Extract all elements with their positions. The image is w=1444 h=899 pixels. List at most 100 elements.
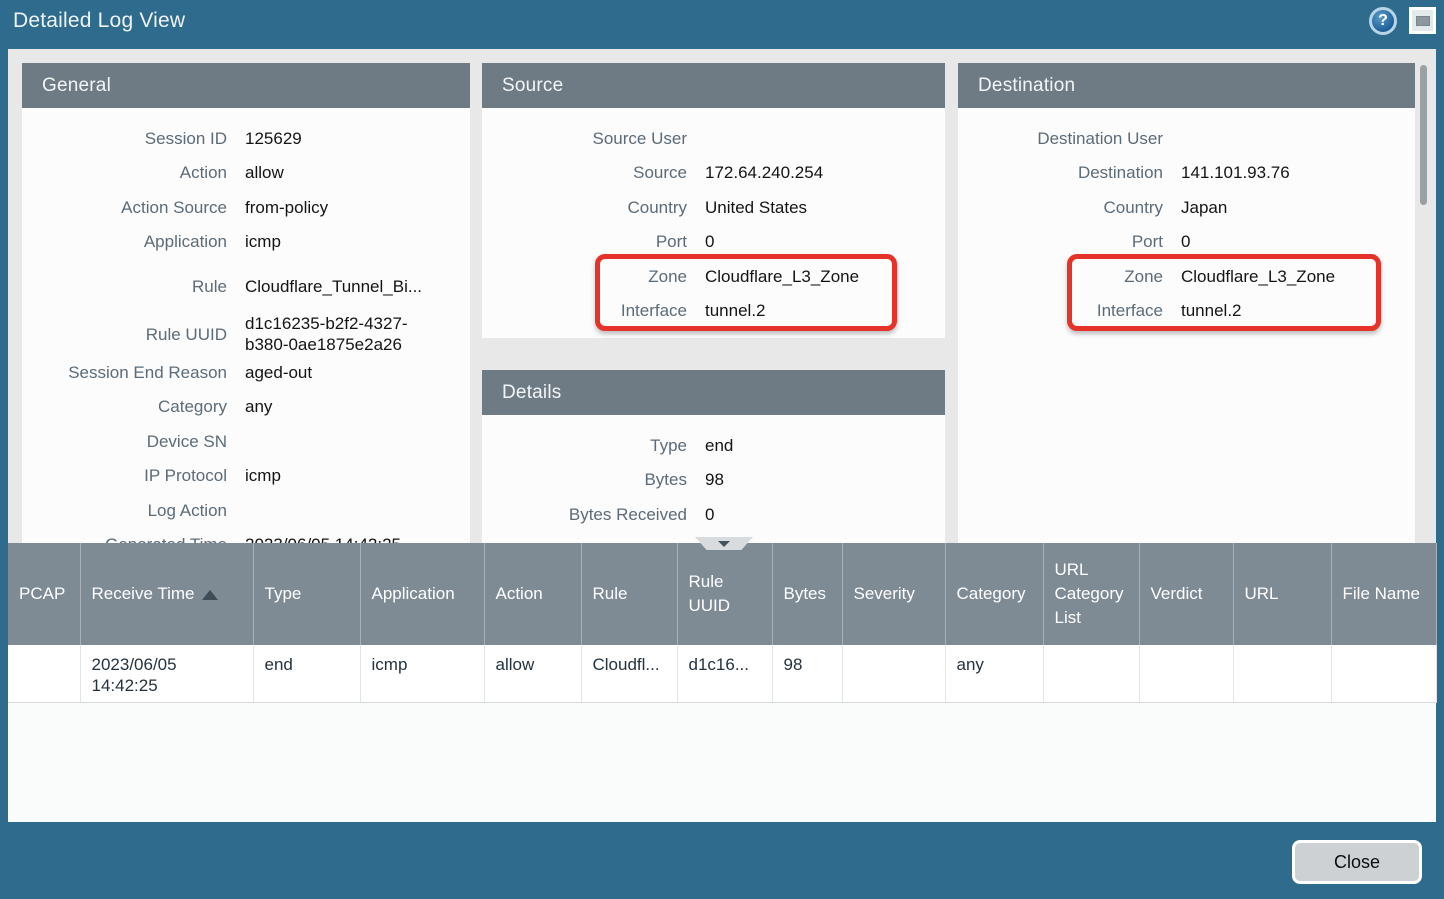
table-cell: d1c16...	[677, 645, 772, 703]
field-label: Session ID	[22, 128, 227, 149]
field-row: Type end	[482, 428, 945, 463]
column-header[interactable]: Application	[360, 543, 484, 645]
field-label: Interface	[482, 300, 687, 321]
field-row: Destination 141.101.93.76	[958, 156, 1415, 191]
table-header-row: PCAP Receive Time Type Application Actio…	[8, 543, 1436, 645]
column-header[interactable]: Bytes	[772, 543, 842, 645]
field-row: Country United States	[482, 190, 945, 225]
field-row: Interface tunnel.2	[958, 294, 1415, 329]
field-value: d1c16235-b2f2-4327-b380-0ae1875e2a26	[245, 313, 445, 355]
column-header-label: Bytes	[784, 584, 827, 603]
field-value: Cloudflare_L3_Zone	[1181, 266, 1335, 287]
field-label: Country	[482, 197, 687, 218]
field-row: Device SN	[22, 424, 470, 459]
column-header-label: Rule	[593, 584, 628, 603]
column-header[interactable]: Action	[484, 543, 581, 645]
field-value: tunnel.2	[1181, 300, 1242, 321]
field-row: IP Protocol icmp	[22, 459, 470, 494]
field-row: Action Source from-policy	[22, 190, 470, 225]
close-button[interactable]: Close	[1292, 840, 1422, 884]
panel-body-details: Type end Bytes 98 Bytes Received 0	[482, 415, 945, 532]
field-label: Source	[482, 162, 687, 183]
column-header[interactable]: Verdict	[1139, 543, 1233, 645]
field-label: Action	[22, 162, 227, 183]
column-header-label: URL	[1245, 582, 1279, 606]
panel-general: General Session ID 125629 Action allow A…	[22, 63, 470, 543]
field-label: Country	[958, 197, 1163, 218]
field-row: Application icmp	[22, 225, 470, 260]
column-header-label: Verdict	[1151, 584, 1203, 603]
panel-details: Details Type end Bytes 98 Bytes Received…	[482, 370, 945, 543]
field-label: Zone	[482, 266, 687, 287]
field-row: Zone Cloudflare_L3_Zone	[482, 259, 945, 294]
field-row: Action allow	[22, 156, 470, 191]
table-cell: icmp	[360, 645, 484, 703]
column-header[interactable]: Rule	[581, 543, 677, 645]
column-header[interactable]: File Name	[1331, 543, 1436, 645]
table-cell: allow	[484, 645, 581, 703]
help-icon[interactable]: ?	[1369, 7, 1397, 35]
panel-title-general: General	[22, 63, 470, 108]
field-value: 0	[705, 504, 714, 525]
field-row: Bytes 98	[482, 463, 945, 498]
window-icon[interactable]	[1409, 7, 1436, 34]
field-value: Cloudflare_Tunnel_Bi...	[245, 276, 445, 297]
panel-title-details: Details	[482, 370, 945, 415]
field-row: Category any	[22, 390, 470, 425]
table-cell	[8, 645, 80, 703]
column-header[interactable]: Type	[253, 543, 360, 645]
table-cell: end	[253, 645, 360, 703]
panel-body-general: Session ID 125629 Action allow Action So…	[22, 108, 470, 543]
field-label: Zone	[958, 266, 1163, 287]
field-row: Log Action	[22, 493, 470, 528]
page-title: Detailed Log View	[13, 9, 185, 33]
field-value: Cloudflare_L3_Zone	[705, 266, 859, 287]
column-header-label: Type	[265, 584, 302, 603]
field-label: Category	[22, 396, 227, 417]
column-header[interactable]: Category	[945, 543, 1043, 645]
field-label: Rule UUID	[22, 324, 227, 345]
column-header[interactable]: URL	[1233, 543, 1331, 645]
field-value: 125629	[245, 128, 445, 149]
field-row: Zone Cloudflare_L3_Zone	[958, 259, 1415, 294]
field-value: aged-out	[245, 362, 445, 383]
field-row: Bytes Received 0	[482, 497, 945, 532]
table-row[interactable]: 2023/06/05 14:42:25endicmpallowCloudfl..…	[8, 645, 1436, 703]
column-header-label: Receive Time	[92, 584, 195, 603]
panel-source: Source Source User Source 172.64.240.254…	[482, 63, 945, 338]
table-cell: 2023/06/05 14:42:25	[80, 645, 253, 703]
field-label: Bytes	[482, 469, 687, 490]
panels-area: General Session ID 125629 Action allow A…	[8, 49, 1436, 543]
field-label: Generated Time	[22, 534, 227, 543]
table-cell	[1043, 645, 1139, 703]
panel-destination: Destination Destination User Destination…	[958, 63, 1415, 543]
field-value: end	[705, 435, 733, 456]
field-row: Session End Reason aged-out	[22, 355, 470, 390]
field-value: 2023/06/05 14:42:25	[245, 534, 445, 543]
table-cell	[1331, 645, 1436, 703]
table-cell: any	[945, 645, 1043, 703]
field-label: Rule	[22, 276, 227, 297]
column-header[interactable]: Receive Time	[80, 543, 253, 645]
table-cell: Cloudfl...	[581, 645, 677, 703]
field-row: Source 172.64.240.254	[482, 156, 945, 191]
column-header[interactable]: URL Category List	[1043, 543, 1139, 645]
vertical-scrollbar-thumb[interactable]	[1420, 65, 1427, 205]
column-header-label: URL Category List	[1055, 560, 1124, 627]
field-label: Destination User	[958, 128, 1163, 149]
log-table: PCAP Receive Time Type Application Actio…	[8, 543, 1437, 703]
table-cell	[1233, 645, 1331, 703]
column-header[interactable]: PCAP	[8, 543, 80, 645]
field-row: Interface tunnel.2	[482, 294, 945, 329]
column-header-label: Category	[957, 584, 1026, 603]
field-row: Source User	[482, 121, 945, 156]
panel-title-destination: Destination	[958, 63, 1415, 108]
column-header[interactable]: Severity	[842, 543, 945, 645]
field-label: Port	[958, 231, 1163, 252]
field-row: Rule UUID d1c16235-b2f2-4327-b380-0ae187…	[22, 313, 470, 355]
column-header[interactable]: Rule UUID	[677, 543, 772, 645]
field-label: Device SN	[22, 431, 227, 452]
field-label: Log Action	[22, 500, 227, 521]
field-row: Destination User	[958, 121, 1415, 156]
column-header-label: Severity	[854, 584, 915, 603]
